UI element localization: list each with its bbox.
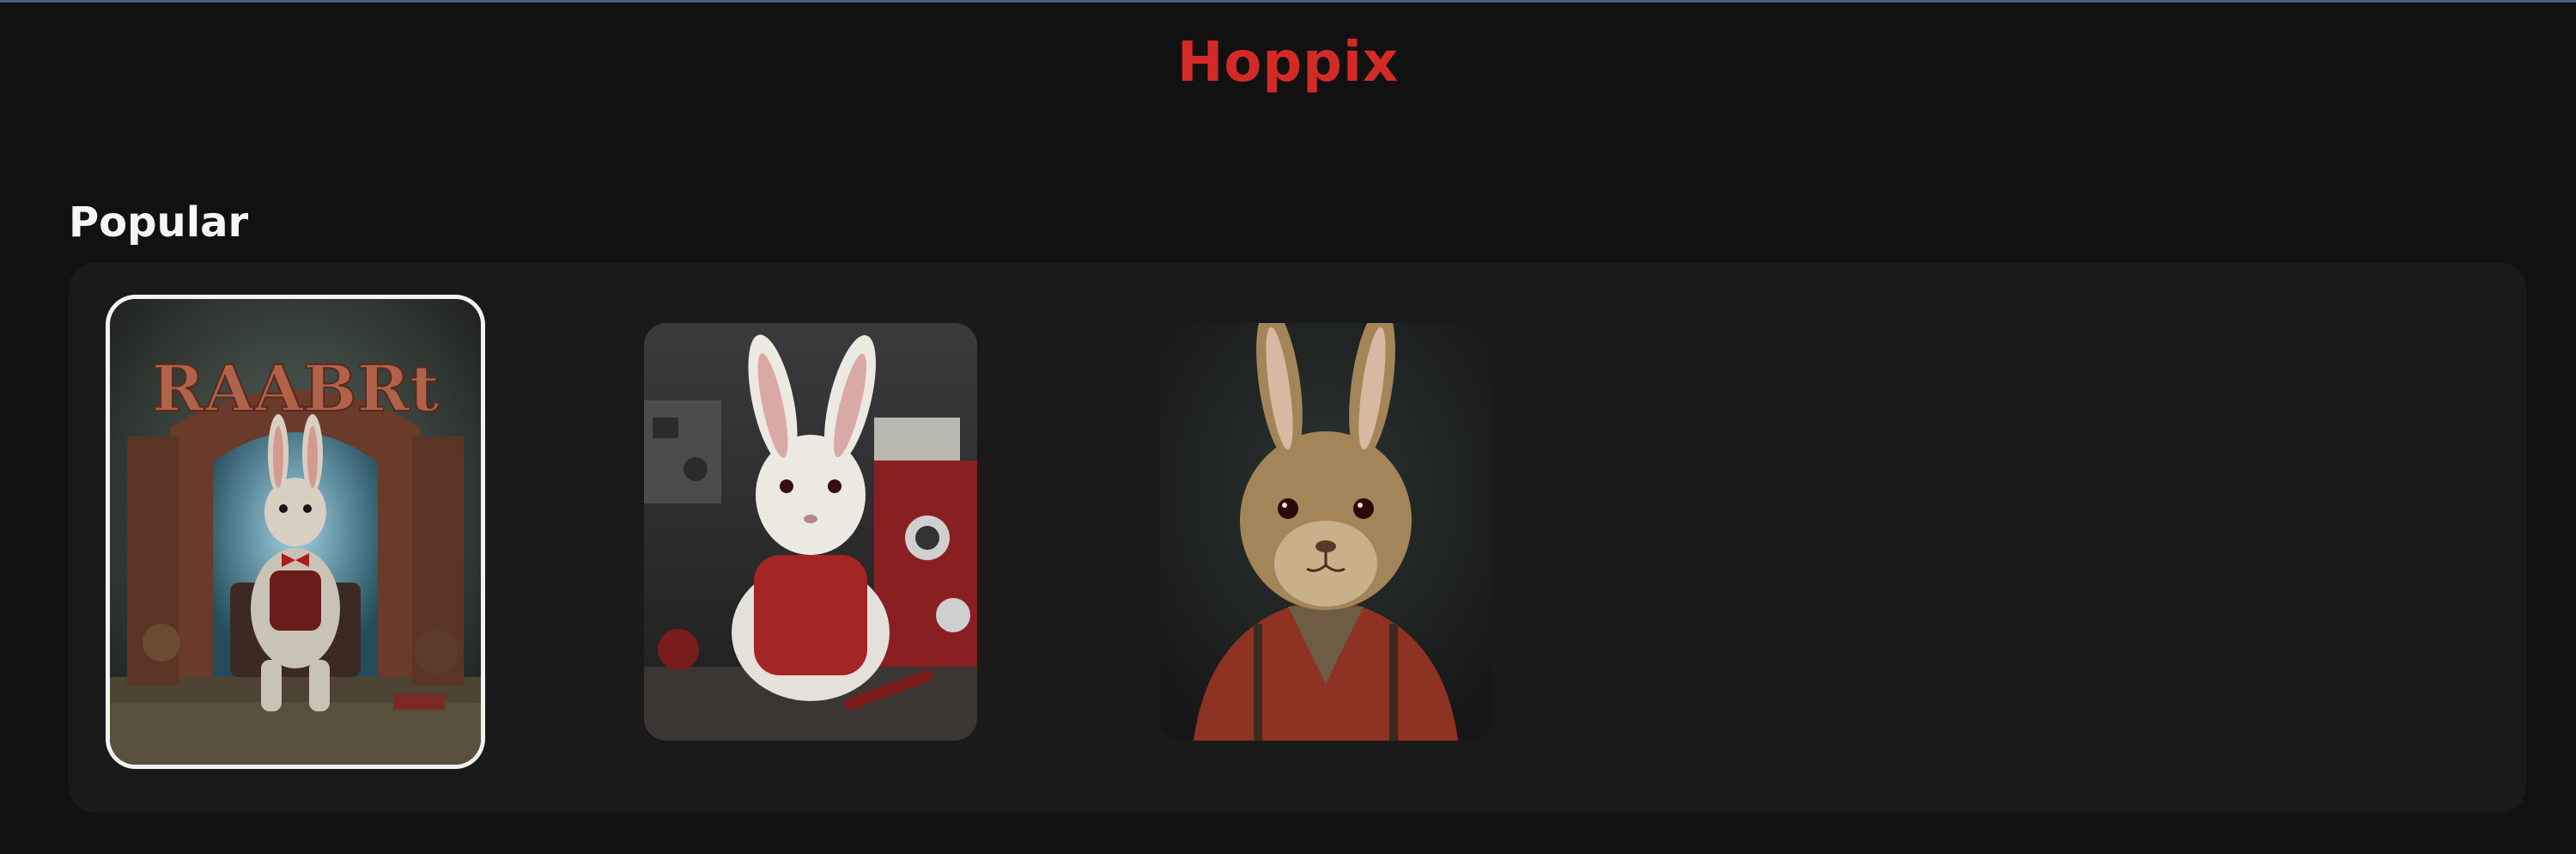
rabbit-throne-image: RAABRt	[110, 299, 481, 765]
throne-sign-text: RAABRt	[152, 352, 440, 426]
section-title-popular: Popular	[69, 198, 249, 247]
popular-card-2[interactable]	[644, 323, 977, 741]
brand-logo[interactable]: Hoppix	[0, 29, 2576, 96]
popular-card-3[interactable]	[1159, 323, 1492, 741]
hare-portrait-image	[1159, 323, 1492, 741]
top-accent-line	[0, 0, 2576, 3]
rabbit-workshop-image	[644, 323, 977, 741]
popular-card-1[interactable]: RAABRt	[110, 299, 481, 765]
popular-carousel: RAABRt	[69, 263, 2526, 813]
